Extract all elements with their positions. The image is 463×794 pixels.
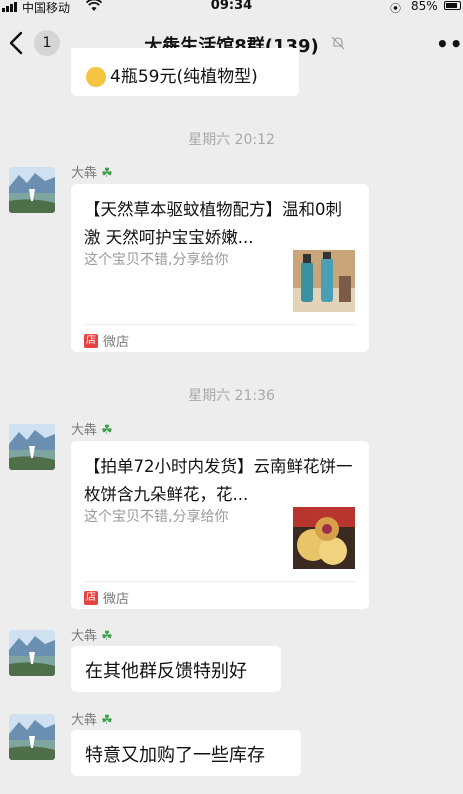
clover-icon: ☘ [101,713,113,728]
status-bar: 中国移动 09:34 ⦿ 85% [0,0,463,15]
sender-name: 大犇 ☘ [71,423,113,438]
text-message-bubble[interactable]: 在其他群反馈特别好 [71,646,281,692]
text-message-bubble[interactable]: 特意又加购了一些库存 [71,730,301,776]
avatar[interactable] [9,424,55,470]
card-title: 【拍单72小时内发货】云南鲜花饼一枚饼含九朵鲜花，花... [84,457,353,504]
card-source: 店 微店 [84,588,129,607]
card-source: 店 微店 [84,331,129,350]
card-divider [84,581,356,582]
sender-name: 大犇 ☘ [71,713,113,728]
mute-bell-icon [331,36,345,50]
card-source-label: 微店 [103,335,130,350]
timestamp: 星期六 21:36 [188,388,275,404]
weidian-shop-icon: 店 [84,333,98,348]
previous-message-text: 4瓶59元(纯植物型) [110,67,258,87]
battery-icon [444,1,461,10]
card-description: 这个宝贝不错,分享给你 [84,509,229,525]
battery-percent: 85% [411,0,438,13]
card-divider [84,324,356,325]
clover-icon: ☘ [101,629,113,644]
avatar[interactable] [9,630,55,676]
card-title: 【天然草本驱蚊植物配方】温和0刺激 天然呵护宝宝娇嫩... [84,200,342,247]
message-text: 在其他群反馈特别好 [85,661,247,682]
avatar[interactable] [9,714,55,760]
product-card[interactable]: 【拍单72小时内发货】云南鲜花饼一枚饼含九朵鲜花，花... 这个宝贝不错,分享给… [71,441,369,609]
smiley-emoji-icon [86,67,106,87]
avatar[interactable] [9,167,55,213]
card-source-label: 微店 [103,592,130,607]
previous-message-bubble[interactable]: 4瓶59元(纯植物型) [71,48,299,96]
message-text: 特意又加购了一些库存 [85,745,265,766]
clover-icon: ☘ [101,166,113,181]
weidian-shop-icon: 店 [84,590,98,605]
product-card[interactable]: 【天然草本驱蚊植物配方】温和0刺激 天然呵护宝宝娇嫩... 这个宝贝不错,分享给… [71,184,369,352]
clover-icon: ☘ [101,423,113,438]
timestamp: 星期六 20:12 [188,132,275,148]
sender-name: 大犇 ☘ [71,166,113,181]
product-thumbnail [293,507,355,569]
sender-name: 大犇 ☘ [71,629,113,644]
product-thumbnail [293,250,355,312]
card-description: 这个宝贝不错,分享给你 [84,252,229,268]
more-options-button[interactable]: ••• [436,32,463,56]
